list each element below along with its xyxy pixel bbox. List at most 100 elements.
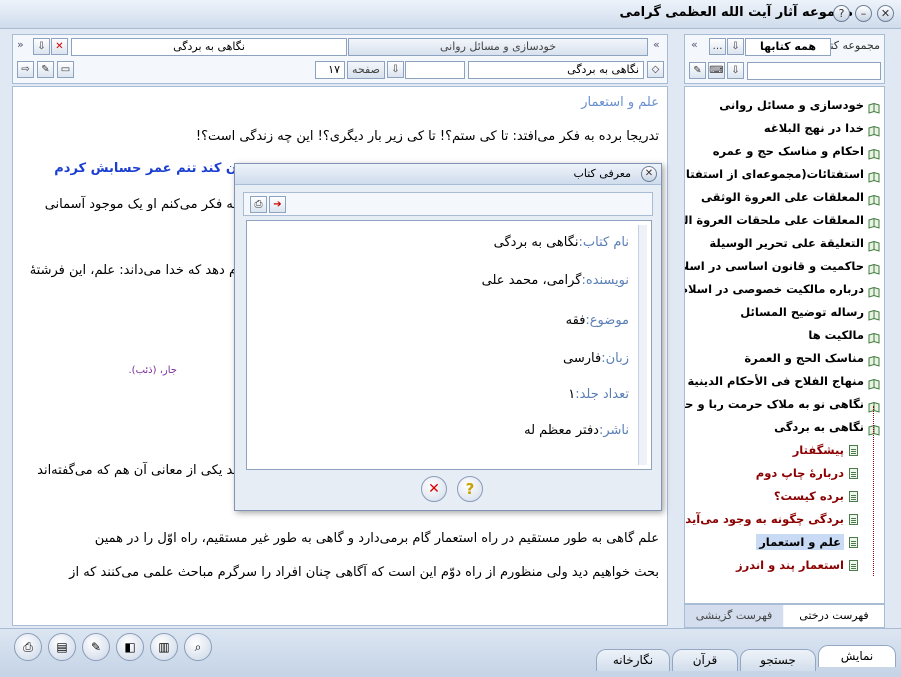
reader-line: بحث خواهیم دید ولی منظورم از راه دوّم ای… <box>69 565 659 580</box>
reader-line: علم گاهی به طور مستقیم در راه استعمار گا… <box>94 531 659 546</box>
tree-item-label: علم و استعمار <box>756 534 844 550</box>
tree-item[interactable]: احکام و مناسک حج و عمره <box>713 141 880 161</box>
dialog-close-icon[interactable]: ✕ <box>641 166 657 182</box>
tree-item-label: حاکمیت و قانون اساسی در اسلام <box>684 259 864 273</box>
tree-item-label: برده کیست؟ <box>773 489 844 503</box>
book-icon <box>868 215 880 229</box>
export-icon[interactable]: ➔ <box>269 196 286 213</box>
dialog-title: معرفی کتاب <box>573 167 631 180</box>
title-bar: مجموعه آثار آیت الله العظمی گرامی ✕ – ? <box>0 0 901 29</box>
arrow-right-icon[interactable]: ⇨ <box>17 61 34 78</box>
tree-subitem[interactable]: پیشگفتار <box>793 440 858 460</box>
tab-display[interactable]: نمایش <box>818 645 896 667</box>
view-toggle-icon[interactable]: ▭ <box>57 61 74 78</box>
tree-item[interactable]: المعلقات علی ملحقات العروة الوثقی <box>684 210 880 230</box>
tree-item-label: رساله توضیح المسائل <box>740 305 864 319</box>
book-icon <box>868 192 880 206</box>
dialog-scrollbar[interactable] <box>638 225 647 465</box>
tree-item[interactable]: التعلیقة علی تحریر الوسیلة <box>709 233 880 253</box>
books-combo[interactable]: همه کتابها <box>745 38 831 56</box>
info-key: تعداد جلد: <box>575 387 629 402</box>
tree-subitem[interactable]: استعمار پند و اندرز <box>736 555 858 575</box>
close-tab-icon[interactable]: ✕ <box>51 38 68 55</box>
arrow-down-icon[interactable]: ⇩ <box>727 38 744 55</box>
tree-item[interactable]: رساله توضیح المسائل <box>740 302 880 322</box>
tab-quran[interactable]: قرآن <box>672 649 738 671</box>
book-icon <box>868 284 880 298</box>
tree-subitem[interactable]: علم و استعمار <box>756 532 858 552</box>
help-button[interactable]: ? <box>457 476 483 502</box>
tree-item-label: المعلقات علی ملحقات العروة الوثقی <box>684 213 864 227</box>
info-row-author: نویسنده:گرامی، محمد علی <box>482 273 629 288</box>
scroll-right-icon[interactable]: » <box>17 38 24 51</box>
tree-item-label: احکام و مناسک حج و عمره <box>712 144 864 158</box>
tab-gallery[interactable]: نگارخانه <box>596 649 670 671</box>
tab-index[interactable]: فهرست گزینشی <box>685 605 783 627</box>
tab-inactive[interactable]: خودسازی و مسائل روانی <box>348 38 648 56</box>
scroll-left-icon[interactable]: « <box>653 38 660 51</box>
tree-item[interactable]: مناسک الحج و العمرة <box>744 348 880 368</box>
tree-search-input[interactable] <box>747 62 881 80</box>
info-value: فقه <box>565 313 586 328</box>
arrow-down-icon[interactable]: ⇩ <box>33 38 50 55</box>
tree-tabs: فهرست درختی فهرست گزینشی <box>684 604 885 628</box>
print-icon[interactable]: ⎙ <box>14 633 42 661</box>
tree-item[interactable]: مالکیت ها <box>808 325 880 345</box>
tab-tree[interactable]: فهرست درختی <box>784 605 884 627</box>
reader-line: ید یکی از معانی آن هم که می‌گفته‌اند <box>37 463 237 478</box>
page-icon <box>849 514 858 525</box>
tree-item[interactable]: استفتائات(مجموعه‌ای از استفتائات) <box>685 164 880 184</box>
wrench-icon[interactable]: ✎ <box>37 61 54 78</box>
help-icon[interactable]: ? <box>833 5 850 22</box>
tree-item[interactable]: درباره مالکیت خصوصی در اسلام <box>685 279 880 299</box>
tab-active[interactable]: نگاهی به بردگی <box>71 38 347 56</box>
tree-item-label: مالکیت ها <box>808 328 864 342</box>
book-field[interactable]: نگاهی به بردگی <box>468 61 644 79</box>
layout-icon[interactable]: ▥ <box>150 633 178 661</box>
tree-item-label: بردگی چگونه به وجود می‌آید؟ <box>684 512 844 526</box>
note-icon[interactable]: ✎ <box>82 633 110 661</box>
zoom-icon[interactable]: ⌕ <box>184 633 212 661</box>
tree-item[interactable]: منهاج الفلاح فی الأحکام الدینیة <box>687 371 880 391</box>
tree-item[interactable]: نگاهی به بردگی <box>774 417 880 437</box>
arrow-down-icon[interactable]: ⇩ <box>727 62 744 79</box>
book-info-dialog: معرفی کتاب ✕ ⎙ ➔ نام کتاب:نگاهی به بردگی… <box>234 163 662 511</box>
info-value: نگاهی به بردگی <box>493 235 579 250</box>
tree-subitem[interactable]: دربارۀ چاپ دوم <box>756 463 858 483</box>
scroll-left-icon[interactable]: « <box>691 38 698 51</box>
tab-search[interactable]: جستجو <box>740 649 816 671</box>
close-icon[interactable]: ✕ <box>877 5 894 22</box>
book-icon <box>868 376 880 390</box>
wrench-icon[interactable]: ✎ <box>689 62 706 79</box>
arrow-down-icon[interactable]: ⇩ <box>387 61 404 78</box>
minimize-icon[interactable]: – <box>855 5 872 22</box>
tree-item-label: دربارۀ چاپ دوم <box>755 466 844 480</box>
reader-line: تدریجا برده به فکر می‌افتد: تا کی ستم؟! … <box>195 129 659 144</box>
info-key: نویسنده: <box>581 273 630 288</box>
cancel-button[interactable]: ✕ <box>421 476 447 502</box>
tree-item[interactable]: خودسازی و مسائل روانی <box>719 95 880 115</box>
book-tree[interactable]: خودسازی و مسائل روانی خدا در نهج البلاغه ا… <box>684 86 885 604</box>
page-number-input[interactable]: ۱۷ <box>315 61 345 79</box>
tree-item[interactable]: نگاهی نو به ملاک حرمت ربا و حیل <box>685 394 880 414</box>
bookmark-icon[interactable]: ◧ <box>116 633 144 661</box>
info-value: دفتر معظم له <box>524 423 599 438</box>
reader-line: به فکر می‌کنم او یک موجود آسمانی <box>44 197 237 212</box>
tree-subitem[interactable]: بردگی چگونه به وجود می‌آید؟ <box>684 509 858 529</box>
keyboard-icon[interactable]: ⌨ <box>708 62 725 79</box>
print-icon[interactable]: ⎙ <box>250 196 267 213</box>
tag-icon[interactable]: ◇ <box>647 61 664 78</box>
info-key: نام کتاب: <box>578 235 629 250</box>
info-key: ناشر: <box>598 423 629 438</box>
page-search-input[interactable] <box>405 61 465 79</box>
tree-item[interactable]: خدا در نهج البلاغه <box>764 118 880 138</box>
tree-subitem[interactable]: برده کیست؟ <box>774 486 858 506</box>
tree-item[interactable]: المعلقات علی العروة الوثقی <box>701 187 880 207</box>
info-row-language: زبان:فارسی <box>563 351 629 366</box>
tree-item[interactable]: حاکمیت و قانون اساسی در اسلام <box>684 256 880 276</box>
books-icon[interactable]: ▤ <box>48 633 76 661</box>
more-icon[interactable]: … <box>709 38 726 55</box>
right-toolbar: مجموعه کتب همه کتابها ⇩ … « ⇩ ⌨ ✎ <box>684 34 885 84</box>
dialog-toolbar: ⎙ ➔ <box>243 192 653 216</box>
tree-item-label: خودسازی و مسائل روانی <box>719 98 864 112</box>
